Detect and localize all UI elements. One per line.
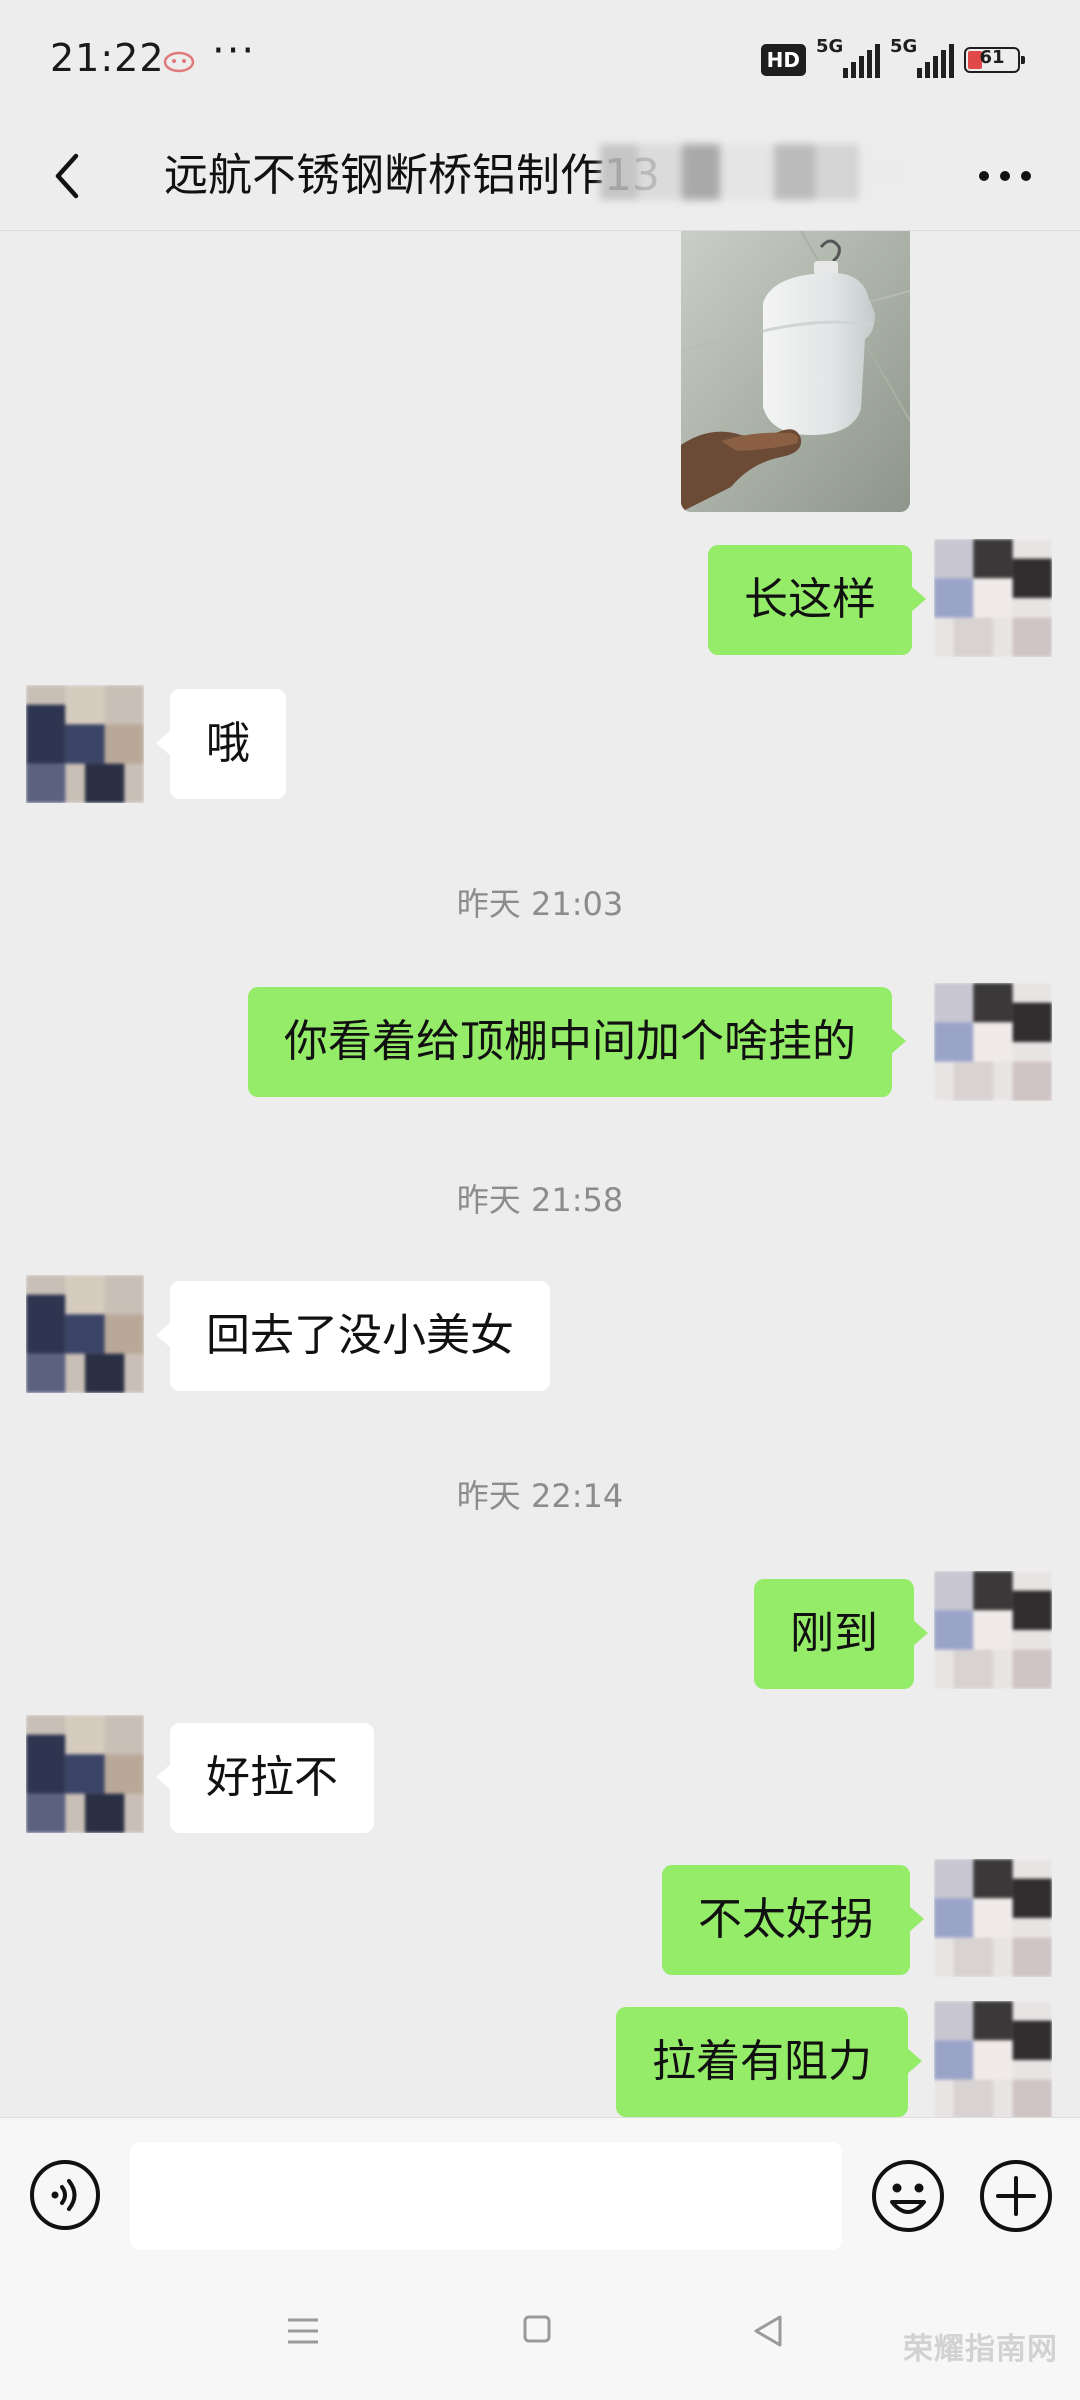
avatar-image-icon: [934, 983, 1052, 1101]
recent-apps-icon[interactable]: [286, 2316, 320, 2346]
notification-icon: [163, 51, 195, 73]
avatar-contact[interactable]: [26, 1275, 144, 1393]
hd-badge: HD: [760, 44, 806, 76]
chat-header: 远航不锈钢断桥铝制作13: [0, 124, 1080, 231]
battery-icon: 61: [964, 47, 1025, 73]
timestamp: 昨天 21:03: [456, 885, 624, 923]
avatar-contact[interactable]: [26, 685, 144, 803]
signal-icon-1: 5G: [816, 36, 880, 78]
avatar-image-icon: [26, 1715, 144, 1833]
avatar-contact[interactable]: [26, 1715, 144, 1833]
avatar-image-icon: [934, 2001, 1052, 2117]
network-label-1: 5G: [816, 36, 844, 57]
message-input[interactable]: [130, 2142, 842, 2250]
status-bar: 21:22 ··· HD 5G 5G 61: [0, 0, 1080, 124]
voice-input-icon[interactable]: [28, 2158, 102, 2232]
watermark-text: 荣耀指南网: [903, 2332, 1058, 2367]
status-time: 21:22: [50, 36, 165, 80]
title-mosaic: [600, 144, 916, 200]
avatar-self[interactable]: [934, 1859, 1052, 1977]
message-bubble-out[interactable]: 你看着给顶棚中间加个啥挂的: [248, 987, 906, 1097]
home-icon[interactable]: [522, 2314, 552, 2344]
avatar-image-icon: [26, 685, 144, 803]
network-label-2: 5G: [890, 36, 918, 57]
back-arrow-icon[interactable]: [40, 146, 100, 206]
emoji-icon[interactable]: [870, 2158, 946, 2234]
timestamp: 昨天 22:14: [456, 1477, 624, 1515]
system-back-icon[interactable]: [752, 2314, 784, 2348]
system-navigation-bar: 荣耀指南网: [0, 2272, 1080, 2400]
message-bubble-in[interactable]: 回去了没小美女: [156, 1281, 550, 1391]
message-bubble-out[interactable]: 长这样: [708, 545, 926, 655]
message-bubble-out[interactable]: 拉着有阻力: [616, 2007, 922, 2117]
input-bar: [0, 2117, 1080, 2273]
chat-messages[interactable]: 长这样 哦 昨天 21:03 你看着给顶棚中间加个啥挂的 昨天 21:58 回去…: [0, 231, 1080, 2117]
message-bubble-in[interactable]: 哦: [156, 689, 286, 799]
avatar-self[interactable]: [934, 1571, 1052, 1689]
message-bubble-in[interactable]: 好拉不: [156, 1723, 374, 1833]
add-more-icon[interactable]: [978, 2158, 1054, 2234]
status-more-icon: ···: [212, 28, 257, 74]
avatar-self[interactable]: [934, 539, 1052, 657]
avatar-image-icon: [934, 539, 1052, 657]
avatar-self[interactable]: [934, 2001, 1052, 2117]
timestamp: 昨天 21:58: [456, 1181, 624, 1219]
lamp-photo-icon: [681, 231, 910, 512]
more-options-icon[interactable]: [970, 156, 1040, 196]
message-bubble-out[interactable]: 刚到: [754, 1579, 928, 1689]
avatar-self[interactable]: [934, 983, 1052, 1101]
avatar-image-icon: [934, 1571, 1052, 1689]
image-message[interactable]: [681, 231, 910, 512]
message-bubble-out[interactable]: 不太好拐: [662, 1865, 924, 1975]
avatar-image-icon: [934, 1859, 1052, 1977]
battery-level: 61: [979, 47, 1005, 68]
status-icons: HD 5G 5G 61: [760, 36, 1025, 78]
avatar-image-icon: [26, 1275, 144, 1393]
signal-icon-2: 5G: [890, 36, 954, 78]
